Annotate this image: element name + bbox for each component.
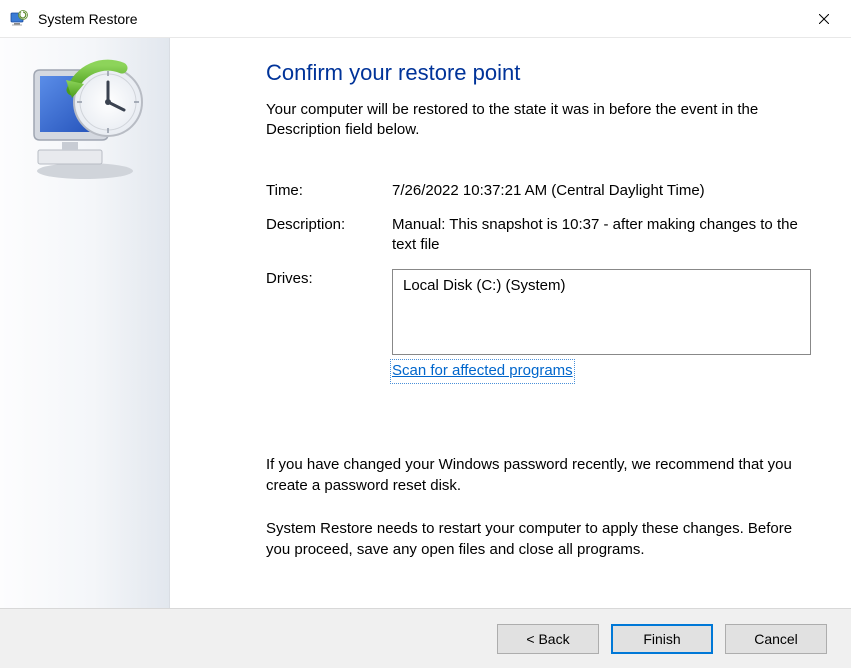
drives-label: Drives: [266,269,388,289]
password-advisory: If you have changed your Windows passwor… [266,454,811,496]
advisory-text: If you have changed your Windows passwor… [266,454,811,560]
back-button[interactable]: < Back [497,624,599,654]
main-content: Confirm your restore point Your computer… [170,38,851,608]
scan-affected-programs-link[interactable]: Scan for affected programs [392,361,573,381]
system-restore-icon [10,10,28,28]
page-heading: Confirm your restore point [266,60,811,86]
drives-listbox[interactable]: Local Disk (C:) (System) [392,269,811,355]
wizard-footer: < Back Finish Cancel [0,608,851,668]
time-value: 7/26/2022 10:37:21 AM (Central Daylight … [392,181,811,201]
finish-button[interactable]: Finish [611,624,713,654]
wizard-body: Confirm your restore point Your computer… [0,38,851,608]
close-button[interactable] [801,4,847,34]
description-value: Manual: This snapshot is 10:37 - after m… [392,215,811,256]
restore-info: Time: 7/26/2022 10:37:21 AM (Central Day… [266,181,811,382]
titlebar: System Restore [0,0,851,38]
restore-illustration [20,56,150,186]
sidebar [0,38,170,608]
cancel-button[interactable]: Cancel [725,624,827,654]
window-title: System Restore [38,11,801,27]
restart-advisory: System Restore needs to restart your com… [266,518,811,560]
page-subheading: Your computer will be restored to the st… [266,100,811,141]
drive-item[interactable]: Local Disk (C:) (System) [403,276,800,296]
time-label: Time: [266,181,388,201]
description-label: Description: [266,215,388,235]
